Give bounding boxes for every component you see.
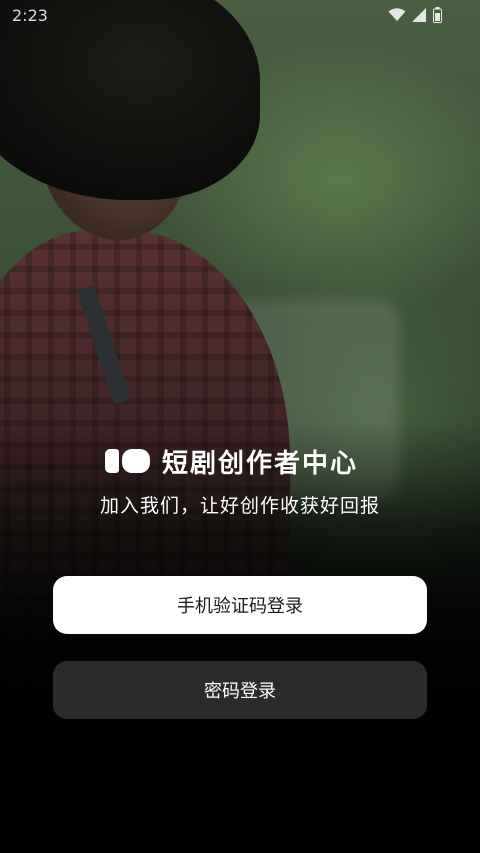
wifi-icon [388,8,406,22]
password-login-button[interactable]: 密码登录 [53,661,427,719]
app-title: 短剧创作者中心 [162,448,359,479]
battery-icon [433,7,442,23]
brand-header: 短剧创作者中心 [105,444,359,479]
status-icons [388,7,442,23]
signal-icon [412,8,427,22]
status-bar: 2:23 [0,0,480,32]
login-screen: 2:23 短剧创作者中心 加入我们，让好创作收获好回报 手机验证码登录 密码登录 [0,0,480,853]
app-logo-right-shape [122,449,150,473]
app-logo [105,449,150,473]
tagline: 加入我们，让好创作收获好回报 [99,495,380,517]
background-fade [0,420,480,853]
status-time: 2:23 [12,6,48,25]
app-logo-left-shape [105,449,119,473]
phone-code-login-button[interactable]: 手机验证码登录 [53,576,427,634]
